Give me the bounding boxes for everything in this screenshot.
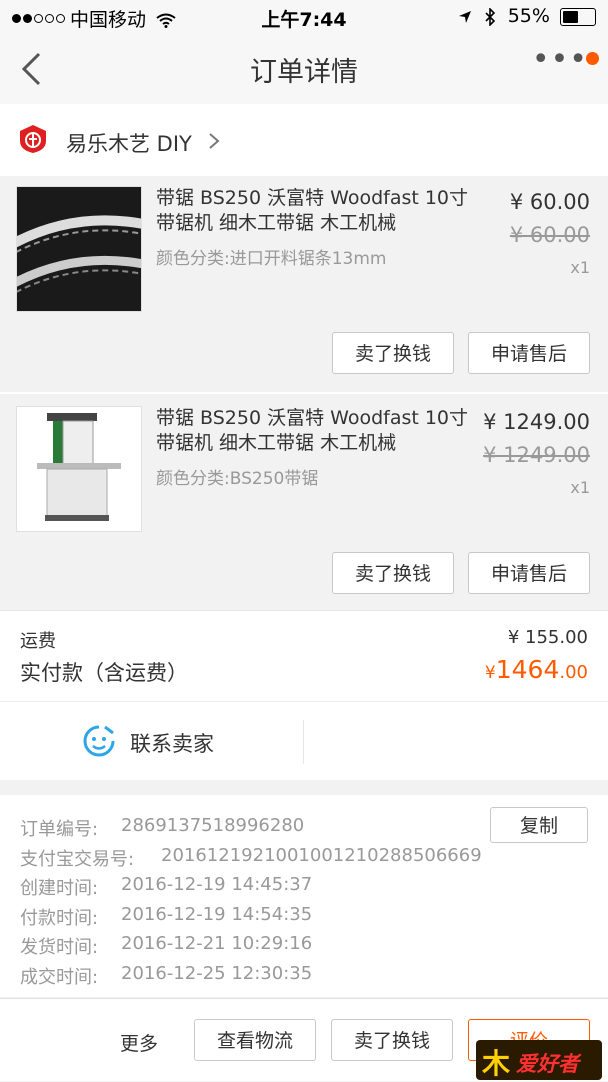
info-label: 成交时间: xyxy=(20,967,99,988)
sell-button[interactable]: 卖了换钱 xyxy=(332,332,454,374)
product-price: ¥ 60.00 xyxy=(509,190,590,214)
order-totals: 运费 ¥ 155.00 实付款（含运费） ¥1464.00 xyxy=(0,610,608,701)
product-quantity: x1 xyxy=(570,478,590,497)
completed-time: 2016-12-25 12:30:35 xyxy=(121,963,313,984)
status-right: 55% xyxy=(458,5,596,27)
product-variant: 颜色分类:BS250带锯 xyxy=(156,469,319,489)
product-title: 带锯 BS250 沃富特 Woodfast 10寸带锯机 细木工带锯 木工机械 xyxy=(156,407,469,454)
paid-currency: ¥ xyxy=(484,663,496,683)
more-button[interactable]: 更多 xyxy=(120,1029,158,1056)
order-item[interactable]: 带锯 BS250 沃富特 Woodfast 10寸带锯机 细木工带锯 木工机械 … xyxy=(0,176,608,390)
info-label: 订单编号: xyxy=(20,819,99,840)
product-image xyxy=(16,186,142,312)
paid-integer: 1464 xyxy=(495,655,560,684)
info-label: 发货时间: xyxy=(20,937,99,958)
battery-percent: 55% xyxy=(507,5,550,27)
completed-time-row: 成交时间: 2016-12-25 12:30:35 xyxy=(20,963,312,989)
status-bar: 中国移动 上午7:44 55% xyxy=(0,0,608,34)
shop-row[interactable]: 易乐木艺 DIY xyxy=(0,104,608,176)
shop-logo-icon xyxy=(20,125,46,153)
paid-label: 实付款（含运费） xyxy=(20,661,188,685)
product-image xyxy=(16,406,142,532)
after-sale-button[interactable]: 申请售后 xyxy=(468,332,590,374)
paid-decimal: .00 xyxy=(559,662,588,683)
paid-time-row: 付款时间: 2016-12-19 14:54:35 xyxy=(20,904,312,930)
info-label: 付款时间: xyxy=(20,908,99,929)
info-label: 支付宝交易号: xyxy=(20,849,135,870)
order-info: 复制 订单编号: 2869137518996280 支付宝交易号: 201612… xyxy=(0,795,608,997)
sell-button[interactable]: 卖了换钱 xyxy=(332,552,454,594)
alipay-number: 2016121921001001210288506669 xyxy=(161,845,482,866)
order-number-row: 订单编号: 2869137518996280 xyxy=(20,815,304,841)
divider xyxy=(303,720,304,764)
chevron-right-icon xyxy=(209,133,220,149)
location-icon xyxy=(458,10,471,23)
product-quantity: x1 xyxy=(570,258,590,277)
shipped-time: 2016-12-21 10:29:16 xyxy=(121,933,313,954)
product-price: ¥ 1249.00 xyxy=(483,410,590,434)
copy-button[interactable]: 复制 xyxy=(490,807,588,843)
shipping-value: ¥ 155.00 xyxy=(507,627,588,648)
contact-seller-label: 联系卖家 xyxy=(130,732,214,756)
contact-face-icon xyxy=(83,725,115,757)
paid-time: 2016-12-19 14:54:35 xyxy=(121,904,313,925)
shop-name: 易乐木艺 DIY xyxy=(66,132,192,156)
more-icon[interactable]: ••• xyxy=(532,42,588,77)
product-variant: 颜色分类:进口开料锯条13mm xyxy=(156,249,387,269)
alipay-number-row: 支付宝交易号: 2016121921001001210288506669 xyxy=(20,845,482,871)
order-number: 2869137518996280 xyxy=(121,815,305,836)
shipping-label: 运费 xyxy=(20,631,56,652)
product-original-price: ¥ 1249.00 xyxy=(483,443,590,467)
after-sale-button[interactable]: 申请售后 xyxy=(468,552,590,594)
watermark-logo: 木 爱好者 xyxy=(476,1040,602,1080)
product-title: 带锯 BS250 沃富特 Woodfast 10寸带锯机 细木工带锯 木工机械 xyxy=(156,187,469,234)
sell-button[interactable]: 卖了换钱 xyxy=(331,1019,453,1061)
view-logistics-button[interactable]: 查看物流 xyxy=(194,1019,316,1061)
paid-amount: ¥1464.00 xyxy=(485,655,588,684)
product-original-price: ¥ 60.00 xyxy=(509,223,590,247)
created-time-row: 创建时间: 2016-12-19 14:45:37 xyxy=(20,874,312,900)
shipped-time-row: 发货时间: 2016-12-21 10:29:16 xyxy=(20,933,312,959)
created-time: 2016-12-19 14:45:37 xyxy=(121,874,313,895)
bluetooth-icon xyxy=(485,6,495,27)
contact-seller-button[interactable]: 联系卖家 xyxy=(0,701,608,780)
info-label: 创建时间: xyxy=(20,878,99,899)
battery-icon xyxy=(560,7,596,26)
nav-bar: 订单详情 ••• xyxy=(0,34,608,105)
notification-badge xyxy=(586,52,599,65)
order-item[interactable]: 带锯 BS250 沃富特 Woodfast 10寸带锯机 细木工带锯 木工机械 … xyxy=(0,392,608,610)
page-title: 订单详情 xyxy=(250,57,358,88)
